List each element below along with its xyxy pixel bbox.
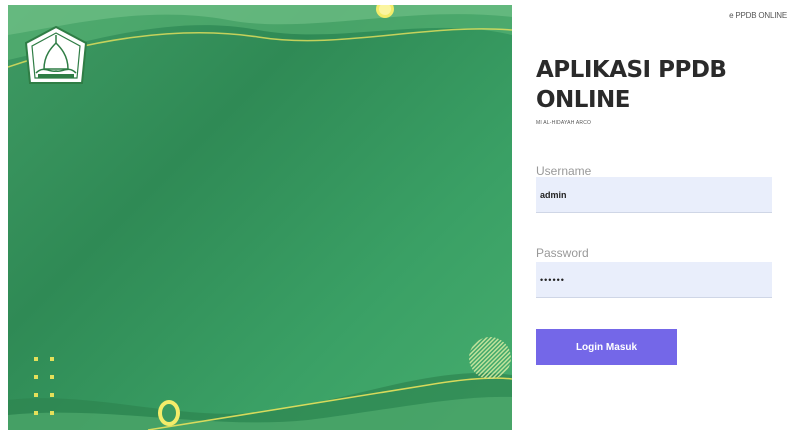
- login-button[interactable]: Login Masuk: [536, 329, 677, 365]
- username-input[interactable]: [536, 177, 772, 213]
- username-label: Username: [536, 164, 592, 178]
- password-label: Password: [536, 246, 589, 260]
- school-name: MI AL-HIDAYAH ARCO: [536, 120, 592, 126]
- striped-circle: [469, 337, 511, 379]
- page-title: APLIKASI PPDB ONLINE: [536, 57, 727, 113]
- school-emblem-icon: [22, 25, 90, 91]
- decorative-background-panel: [8, 5, 512, 430]
- brand-link[interactable]: e PPDB ONLINE: [729, 11, 787, 20]
- decorative-dots: [34, 357, 58, 427]
- password-input[interactable]: [536, 262, 772, 298]
